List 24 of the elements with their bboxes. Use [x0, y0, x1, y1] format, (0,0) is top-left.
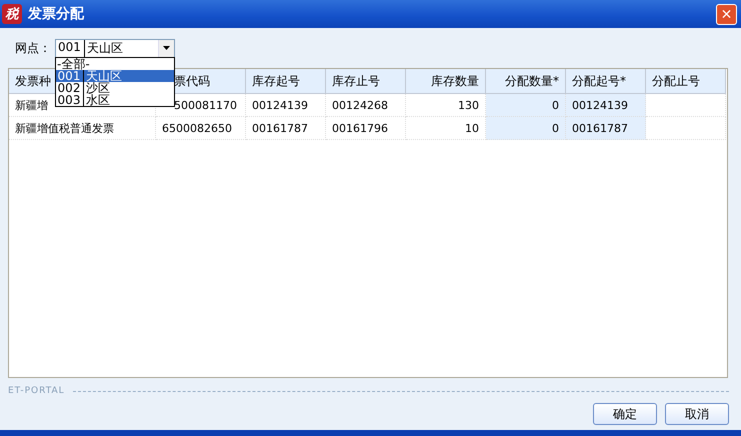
table-cell: 00161787: [566, 117, 646, 140]
brand-label: ET-PORTAL: [8, 386, 65, 396]
column-header: 分配起号*: [566, 69, 646, 94]
table-cell: 0: [486, 117, 566, 140]
table-cell: 00124139: [566, 94, 646, 117]
window-title: 发票分配: [28, 5, 86, 23]
table-cell: 0: [486, 94, 566, 117]
app-icon: 税: [2, 4, 22, 24]
field-label: 网点：: [15, 40, 52, 56]
column-header: 库存止号: [326, 69, 406, 94]
confirm-button[interactable]: 确定: [593, 403, 657, 425]
table-cell: 00124268: [326, 94, 406, 117]
cancel-button[interactable]: 取消: [665, 403, 729, 425]
column-header: 分配止号: [646, 69, 726, 94]
dropdown-option[interactable]: 001 天山区: [56, 70, 174, 82]
column-header: 库存起号: [246, 69, 326, 94]
table-cell: 新疆增值税普通发票: [9, 117, 156, 140]
table-cell: 00124139: [246, 94, 326, 117]
column-header: 库存数量: [406, 69, 486, 94]
table-cell: 6500082650: [156, 117, 246, 140]
column-header: 分配数量*: [486, 69, 566, 94]
table-cell: 00161796: [326, 117, 406, 140]
table-cell: 00161787: [246, 117, 326, 140]
close-button[interactable]: ×: [716, 4, 737, 24]
